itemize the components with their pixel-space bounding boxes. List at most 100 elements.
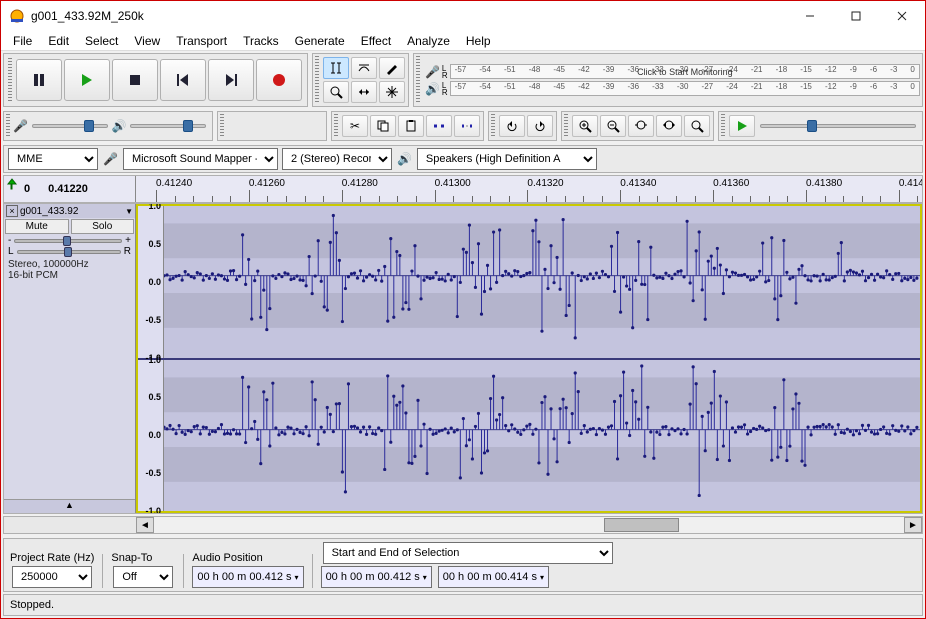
audio-position-field[interactable]: 00 h 00 m 00.412 s▾ [192,566,303,588]
menu-bar: File Edit Select View Transport Tracks G… [1,31,925,51]
play-at-speed-button[interactable] [729,115,755,137]
audio-host-select[interactable]: MME [8,148,98,170]
title-bar: g001_433.92M_250k [1,1,925,31]
draw-tool[interactable] [379,57,405,79]
fit-selection-button[interactable] [628,115,654,137]
minimize-button[interactable] [787,1,833,31]
undo-toolbar [488,111,557,141]
menu-tracks[interactable]: Tracks [235,32,287,50]
edit-toolbar: ✂ [331,111,484,141]
solo-button[interactable]: Solo [71,219,135,234]
mic-icon: 🎤 [425,65,440,79]
track-close-button[interactable]: × [6,205,18,217]
recording-meter[interactable]: -57-54-51-48-45-42-39-36-33-30-27-24-21-… [450,64,920,79]
playback-meter[interactable]: -57-54-51-48-45-42-39-36-33-30-27-24-21-… [450,81,920,96]
recording-meter-toolbar: 🎤 L R -57-54-51-48-45-42-39-36-33-30-27-… [413,53,923,107]
envelope-tool[interactable] [351,57,377,79]
menu-generate[interactable]: Generate [287,32,353,50]
playback-device-select[interactable]: Speakers (High Definition A [417,148,597,170]
copy-button[interactable] [370,115,396,137]
maximize-button[interactable] [833,1,879,31]
status-text: Stopped. [10,599,54,611]
skip-end-button[interactable] [208,59,254,101]
redo-button[interactable] [527,115,553,137]
cut-button[interactable]: ✂ [342,115,368,137]
scroll-right-button[interactable]: ► [904,517,922,533]
play-device-icon: 🔊 [397,152,412,166]
horizontal-scrollbar[interactable]: ◄ ► [3,516,923,534]
sel-start-label: 0 [24,183,30,195]
mute-button[interactable]: Mute [5,219,69,234]
recording-volume-slider[interactable] [32,124,108,128]
snap-to-label: Snap-To [111,552,175,564]
pan-left-label: L [8,246,14,257]
rec-device-icon: 🎤 [103,152,118,166]
selection-mode-select[interactable]: Start and End of Selection [323,542,613,564]
silence-button[interactable] [454,115,480,137]
project-rate-label: Project Rate (Hz) [10,552,94,564]
recording-channels-select[interactable]: 2 (Stereo) Recor [282,148,392,170]
status-bar: Stopped. [3,594,923,616]
project-rate-select[interactable]: 250000 [12,566,92,588]
selection-tool[interactable] [323,57,349,79]
mixer-toolbar: 🎤 🔊 [3,111,213,141]
play-r-label: R [442,89,448,96]
track-control-panel: × g001_433.92 ▼ Mute Solo - + L R Stereo… [4,204,136,513]
gain-slider[interactable] [14,239,122,243]
skip-start-button[interactable] [160,59,206,101]
undo-button[interactable] [499,115,525,137]
track-area: × g001_433.92 ▼ Mute Solo - + L R Stereo… [3,203,923,514]
menu-view[interactable]: View [126,32,168,50]
zoom-out-button[interactable] [600,115,626,137]
timeshift-tool[interactable] [351,81,377,103]
menu-transport[interactable]: Transport [168,32,235,50]
menu-select[interactable]: Select [77,32,126,50]
recording-device-select[interactable]: Microsoft Sound Mapper - [123,148,278,170]
rec-vol-icon: 🎤 [13,119,28,133]
pan-right-label: R [124,246,131,257]
app-icon [9,8,25,24]
gain-plus-label: + [125,235,131,246]
play-button[interactable] [64,59,110,101]
fit-project-button[interactable] [656,115,682,137]
transport-toolbar [3,53,308,107]
record-button[interactable] [256,59,302,101]
playback-speed-slider[interactable] [760,124,916,128]
rec-r-label: R [442,72,448,79]
pin-icon[interactable] [6,178,18,190]
gain-minus-label: - [8,235,11,246]
scroll-left-button[interactable]: ◄ [136,517,154,533]
play-vol-icon: 🔊 [112,119,127,133]
device-toolbar: MME 🎤 Microsoft Sound Mapper - 2 (Stereo… [3,145,923,173]
paste-button[interactable] [398,115,424,137]
play-at-speed-toolbar [718,111,923,141]
menu-analyze[interactable]: Analyze [399,32,458,50]
timeline-ruler[interactable]: 0 0.41220 0.412400.412600.412800.413000.… [3,175,923,203]
selection-toolbar: Project Rate (Hz) 250000 Snap-To Off Aud… [3,538,923,592]
waveform-display[interactable]: 1.00.50.0-0.5-1.0 1.00.50.0-0.5-1.0 [136,204,922,513]
zoom-toggle-button[interactable] [684,115,710,137]
close-button[interactable] [879,1,925,31]
menu-help[interactable]: Help [458,32,499,50]
snap-to-select[interactable]: Off [113,566,173,588]
zoom-tool[interactable] [323,81,349,103]
track-collapse-button[interactable]: ▲ [4,499,135,513]
menu-edit[interactable]: Edit [40,32,77,50]
selection-end-field[interactable]: 00 h 00 m 00.414 s▾ [438,566,549,588]
menu-file[interactable]: File [5,32,40,50]
track-name[interactable]: g001_433.92 [20,206,78,217]
multi-tool[interactable] [379,81,405,103]
pan-slider[interactable] [17,250,121,254]
trim-button[interactable] [426,115,452,137]
zoom-in-button[interactable] [572,115,598,137]
stop-button[interactable] [112,59,158,101]
playback-volume-slider[interactable] [130,124,206,128]
audio-position-label: Audio Position [192,552,303,564]
track-menu-button[interactable]: ▼ [125,207,133,216]
pause-button[interactable] [16,59,62,101]
menu-effect[interactable]: Effect [353,32,399,50]
speaker-icon: 🔊 [425,82,440,96]
selection-start-field[interactable]: 00 h 00 m 00.412 s▾ [321,566,432,588]
tools-toolbar [312,53,409,107]
meter-overlay-text: Click to Start Monitoring [451,65,919,78]
